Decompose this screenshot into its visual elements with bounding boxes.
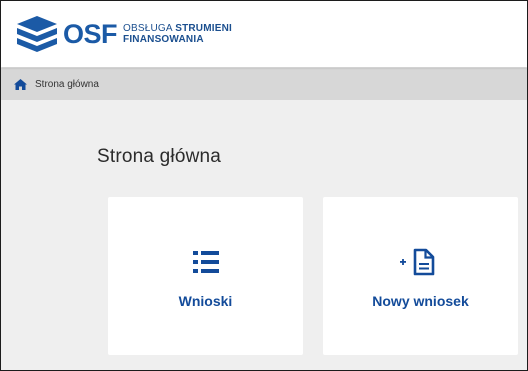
- tile-applications-label: Wnioski: [178, 293, 233, 309]
- breadcrumb: Strona główna: [1, 68, 527, 100]
- page-title: Strona główna: [97, 146, 222, 167]
- logo-text: OSF: [63, 18, 118, 49]
- tile-new-application-label: Nowy wniosek: [372, 293, 469, 309]
- tile-new-application[interactable]: Nowy wniosek: [323, 197, 518, 355]
- logo-subtitle: OBSŁUGA STRUMIENI FINANSOWANIA: [123, 23, 232, 45]
- tile-applications[interactable]: Wnioski: [108, 197, 303, 355]
- logo-subtitle-line2: FINANSOWANIA: [123, 34, 204, 45]
- osf-logo-icon: [17, 16, 57, 52]
- home-icon[interactable]: [14, 78, 27, 90]
- top-bar: OSF OBSŁUGA STRUMIENI FINANSOWANIA: [1, 1, 527, 67]
- logo[interactable]: OSF OBSŁUGA STRUMIENI FINANSOWANIA: [15, 13, 232, 55]
- breadcrumb-item-home[interactable]: Strona główna: [35, 79, 99, 90]
- list-icon: [192, 251, 219, 273]
- logo-subtitle-line1: OBSŁUGA STRUMIENI: [123, 23, 233, 34]
- app-window: OSF OBSŁUGA STRUMIENI FINANSOWANIA Stron…: [0, 0, 528, 371]
- new-document-icon: [399, 248, 434, 276]
